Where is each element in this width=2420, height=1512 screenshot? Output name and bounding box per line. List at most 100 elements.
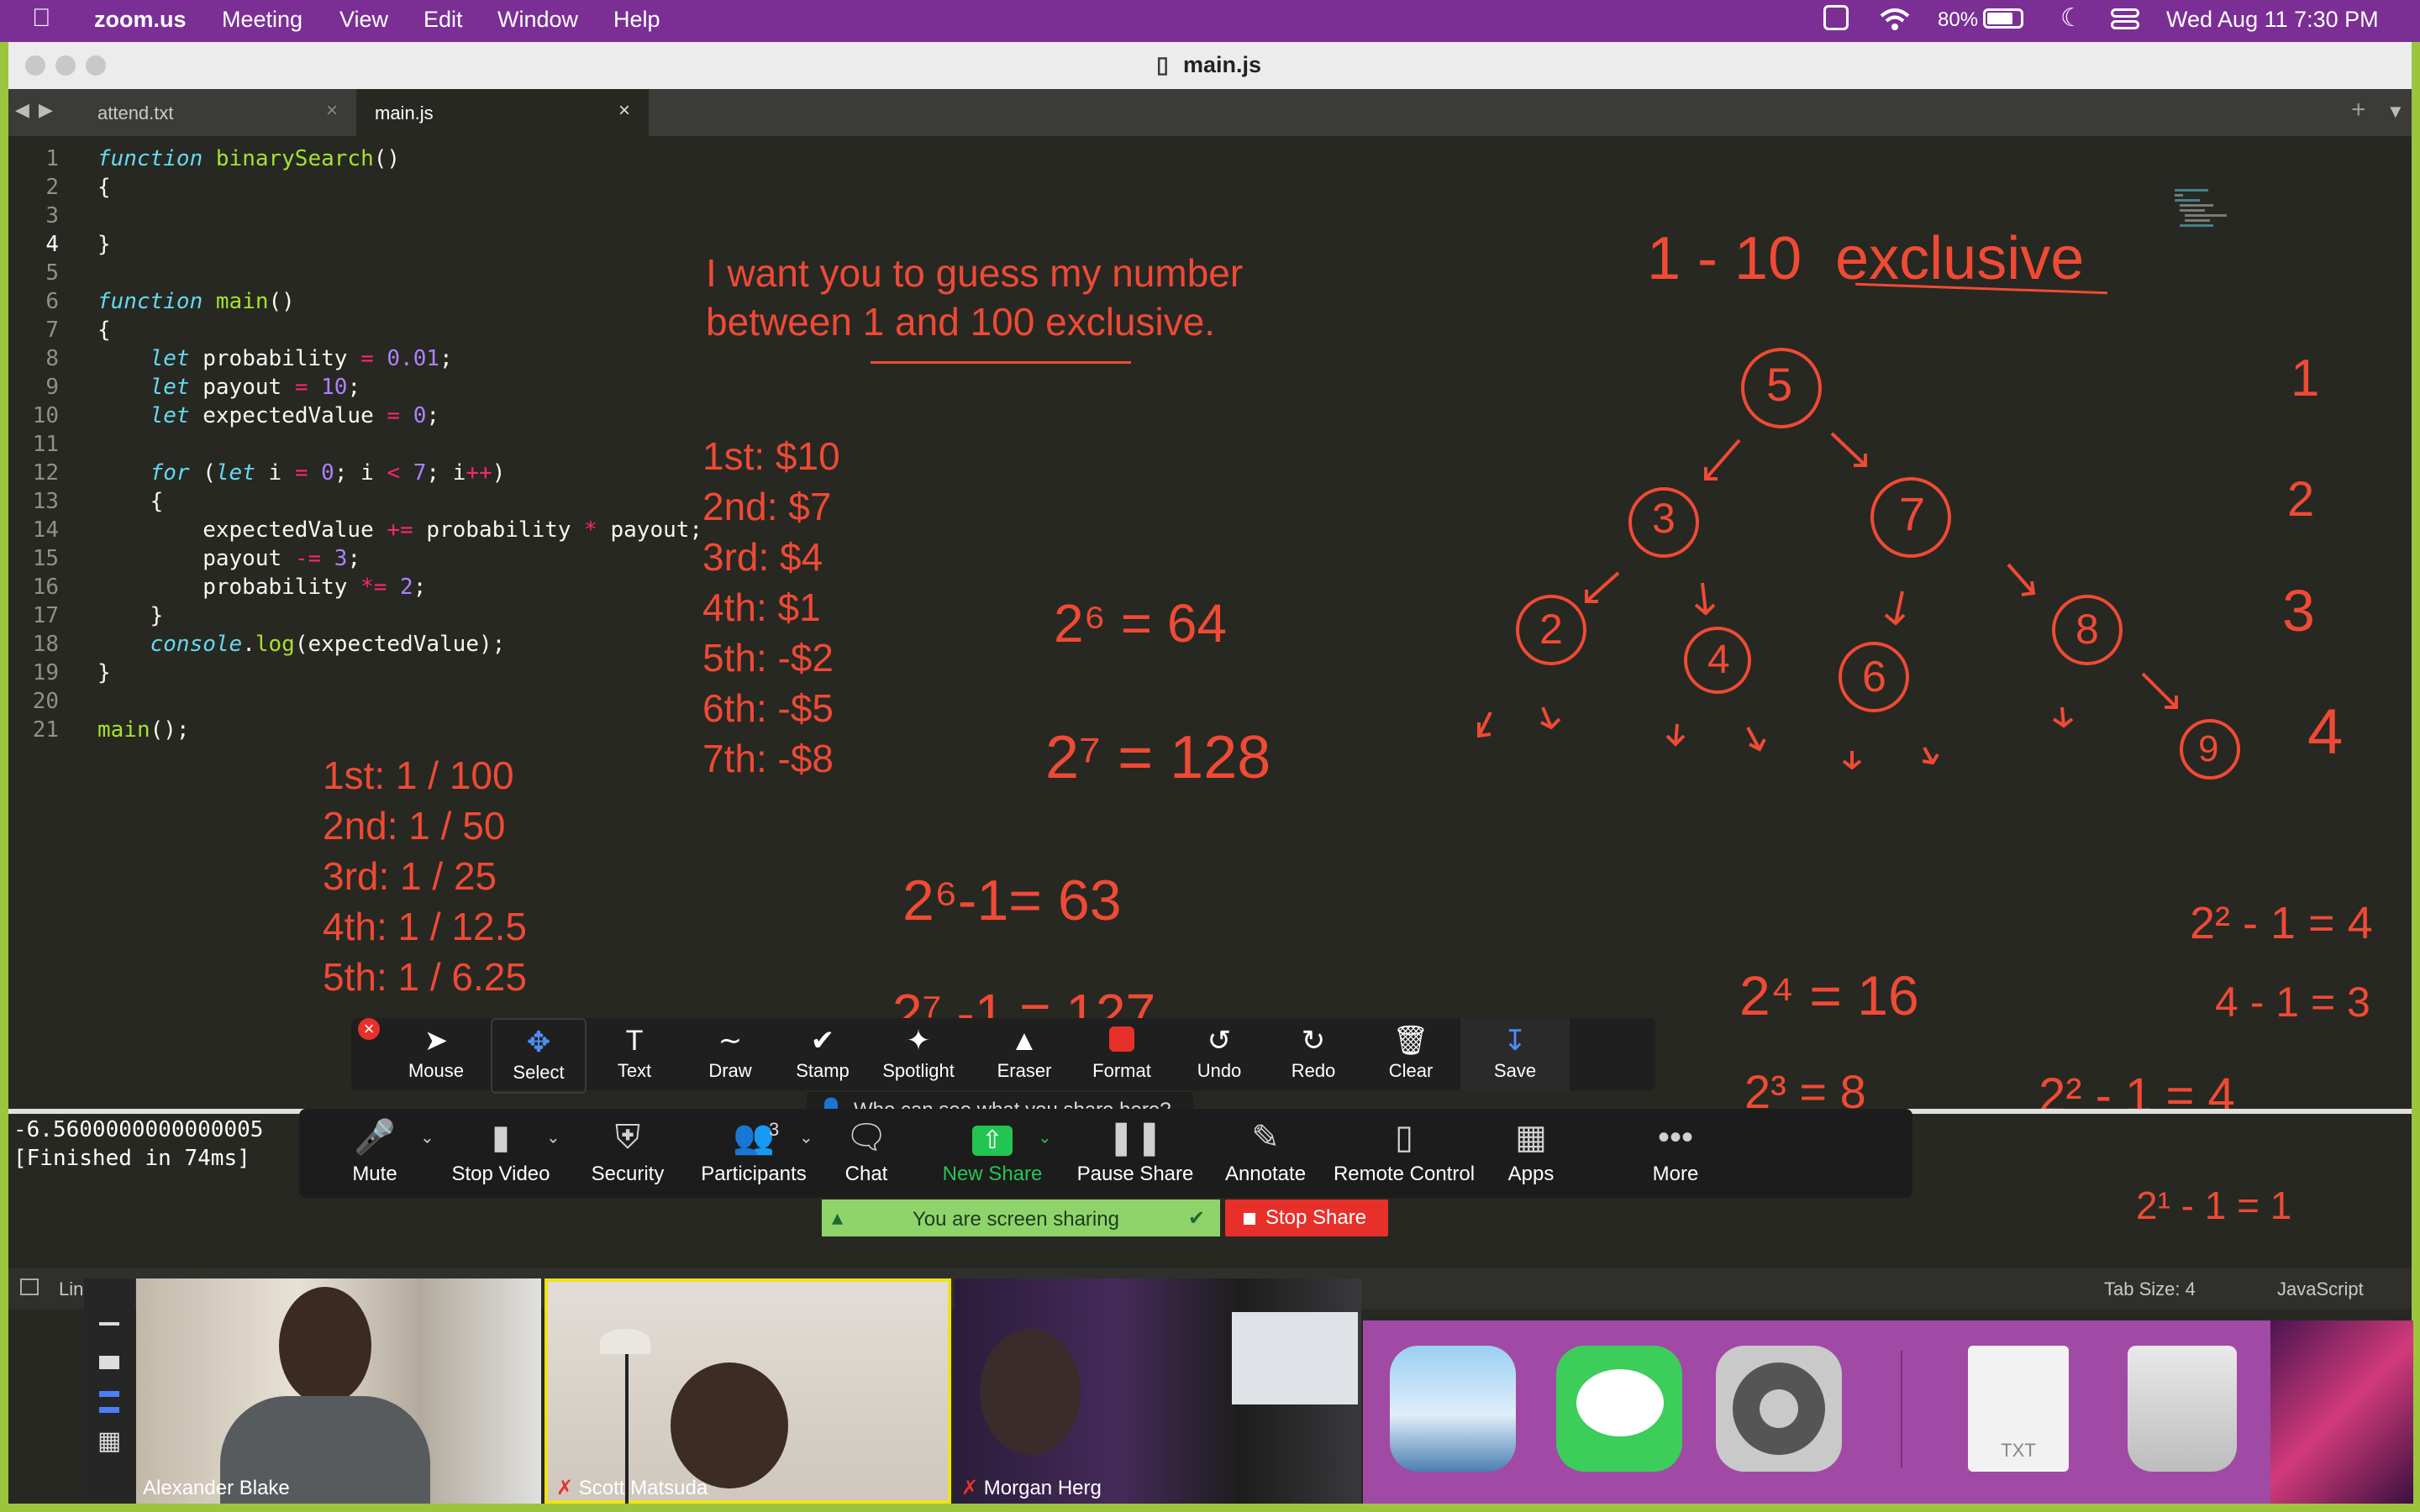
preview-icon[interactable] [1390,1346,1516,1472]
tab-main-js[interactable]: main.js × [356,89,649,136]
system-preferences-icon[interactable] [1716,1346,1842,1472]
annotate-button[interactable]: ✎ Annotate [1207,1109,1324,1198]
code-line[interactable]: } [97,603,164,628]
tab-attend-txt[interactable]: attend.txt × [59,89,356,136]
line-number: 6 [45,289,59,314]
share-pin-icon[interactable]: ▴ [832,1205,843,1231]
code-line[interactable]: console.log(expectedValue); [97,632,506,657]
window-zoom-button[interactable] [86,55,106,76]
menu-edit[interactable]: Edit [424,7,463,33]
menu-window[interactable]: Window [497,7,578,33]
window-close-button[interactable] [25,55,45,76]
chat-button[interactable]: 🗨 Chat [803,1109,929,1198]
zoom-share-status-icon[interactable] [1823,5,1849,30]
tab-next-arrow-icon[interactable]: ▶ [39,99,53,121]
mouse-tool-button[interactable]: ➤ Mouse [390,1018,482,1090]
console-finished: [Finished in 74ms] [13,1146,250,1171]
code-line[interactable]: function main() [97,289,295,314]
format-tool-button[interactable]: Format [1076,1018,1168,1090]
participant-name: ✗ Morgan Herg [961,1476,1102,1500]
line-number: 12 [32,460,59,486]
pause-share-button[interactable]: ❚❚ Pause Share [1039,1109,1232,1198]
code-line[interactable]: let probability = 0.01; [97,346,453,371]
control-center-icon[interactable] [2111,8,2139,30]
close-icon[interactable]: × [358,1018,380,1040]
code-line[interactable]: } [97,660,111,685]
tab-prev-arrow-icon[interactable]: ◀ [15,99,29,121]
stop-share-button[interactable]: Stop Share [1225,1200,1388,1236]
line-number: 7 [45,318,59,343]
math-2-1-minus: 2¹ - 1 = 1 [2136,1184,2292,1227]
menu-app-name[interactable]: zoom.us [94,7,187,33]
tree-node-8: 8 [2075,606,2099,653]
code-line[interactable]: { [97,318,111,343]
panel-toggle-icon[interactable] [20,1278,39,1295]
menu-help[interactable]: Help [613,7,660,33]
clear-tool-button[interactable]: 🗑 Clear [1365,1018,1457,1090]
control-label: More [1652,1163,1699,1185]
eraser-tool-button[interactable]: ▲ Eraser [978,1018,1071,1090]
code-line[interactable]: main(); [97,717,190,743]
tab-bar: ◀ ▶ attend.txt × main.js × + ▼ [8,89,2412,136]
apple-logo-icon[interactable]:  [32,4,51,33]
status-syntax[interactable]: JavaScript [2277,1278,2364,1300]
payout-item: 1st: $10 [702,434,840,478]
tab-list-chevron-icon[interactable]: ▼ [2386,101,2405,123]
new-tab-plus-icon[interactable]: + [2351,96,2366,124]
code-line[interactable]: payout -= 3; [97,546,360,571]
code-line[interactable]: { [97,489,164,514]
lamp-shade [600,1329,650,1354]
spotlight-tool-button[interactable]: ✦ Spotlight [872,1018,965,1090]
chevron-up-icon[interactable]: ⌃ [546,1126,560,1147]
tab-close-icon[interactable]: × [326,99,338,123]
share-arrow-icon: ⇧ [929,1119,1055,1156]
code-line[interactable]: let payout = 10; [97,375,360,400]
code-line[interactable]: function binarySearch() [97,146,400,171]
gallery-grid-icon[interactable]: ▦ [97,1426,121,1456]
single-video-icon[interactable] [99,1356,119,1369]
minimize-videos-icon[interactable] [99,1322,119,1326]
code-line[interactable]: probability *= 2; [97,575,426,600]
odds-item: 4th: 1 / 12.5 [323,905,527,948]
battery-percent: 80% [1938,8,1979,31]
battery-icon[interactable] [1983,8,2023,29]
move-icon: ✥ [526,1026,551,1058]
line-number: 3 [45,203,59,228]
strip-view-icon[interactable] [99,1391,119,1413]
code-line[interactable]: } [97,232,111,257]
window-minimize-button[interactable] [55,55,76,76]
video-tile[interactable]: Alexander Blake [136,1278,541,1504]
code-line[interactable]: for (let i = 0; i < 7; i++) [97,460,506,486]
line-number: 4 [45,232,59,257]
code-line[interactable]: { [97,175,111,200]
text-tool-button[interactable]: T Text [588,1018,681,1090]
payout-item: 7th: -$8 [702,737,834,780]
minimap[interactable] [2175,186,2250,262]
menu-view[interactable]: View [339,7,388,33]
more-button[interactable]: ••• More [1600,1109,1751,1198]
txt-file-icon[interactable]: TXT [1968,1346,2069,1472]
save-tool-button[interactable]: ↧ Save [1460,1018,1570,1090]
stamp-tool-button[interactable]: ✔ Stamp [776,1018,869,1090]
tab-close-icon[interactable]: × [618,99,630,123]
trash-icon[interactable] [2128,1346,2237,1472]
code-line[interactable]: expectedValue += probability * payout; [97,517,702,543]
wifi-icon[interactable] [1879,7,1911,32]
new-share-button[interactable]: ⇧ ⌃ New Share [929,1109,1055,1198]
video-tile[interactable]: ✗ Morgan Herg [955,1278,1361,1504]
status-tab-size[interactable]: Tab Size: 4 [2104,1278,2196,1300]
moon-icon[interactable]: ☾ [2060,3,2083,33]
encryption-shield-icon[interactable]: ✔ [1188,1206,1205,1231]
stop-video-button[interactable]: ▮ ⌃ Stop Video [425,1109,576,1198]
video-tile-active-speaker[interactable]: ✗ Scott Matsuda [544,1278,951,1504]
draw-tool-button[interactable]: ∼ Draw [684,1018,776,1090]
menu-meeting[interactable]: Meeting [222,7,302,33]
menubar-clock[interactable]: Wed Aug 11 7:30 PM [2166,7,2379,33]
messages-icon[interactable] [1556,1346,1682,1472]
select-tool-button[interactable]: ✥ Select [491,1018,587,1094]
code-line[interactable]: let expectedValue = 0; [97,403,439,428]
apps-button[interactable]: ▦ Apps [1472,1109,1590,1198]
tool-label: Clear [1388,1060,1434,1081]
redo-tool-button[interactable]: ↻ Redo [1267,1018,1360,1090]
undo-tool-button[interactable]: ↺ Undo [1173,1018,1265,1090]
